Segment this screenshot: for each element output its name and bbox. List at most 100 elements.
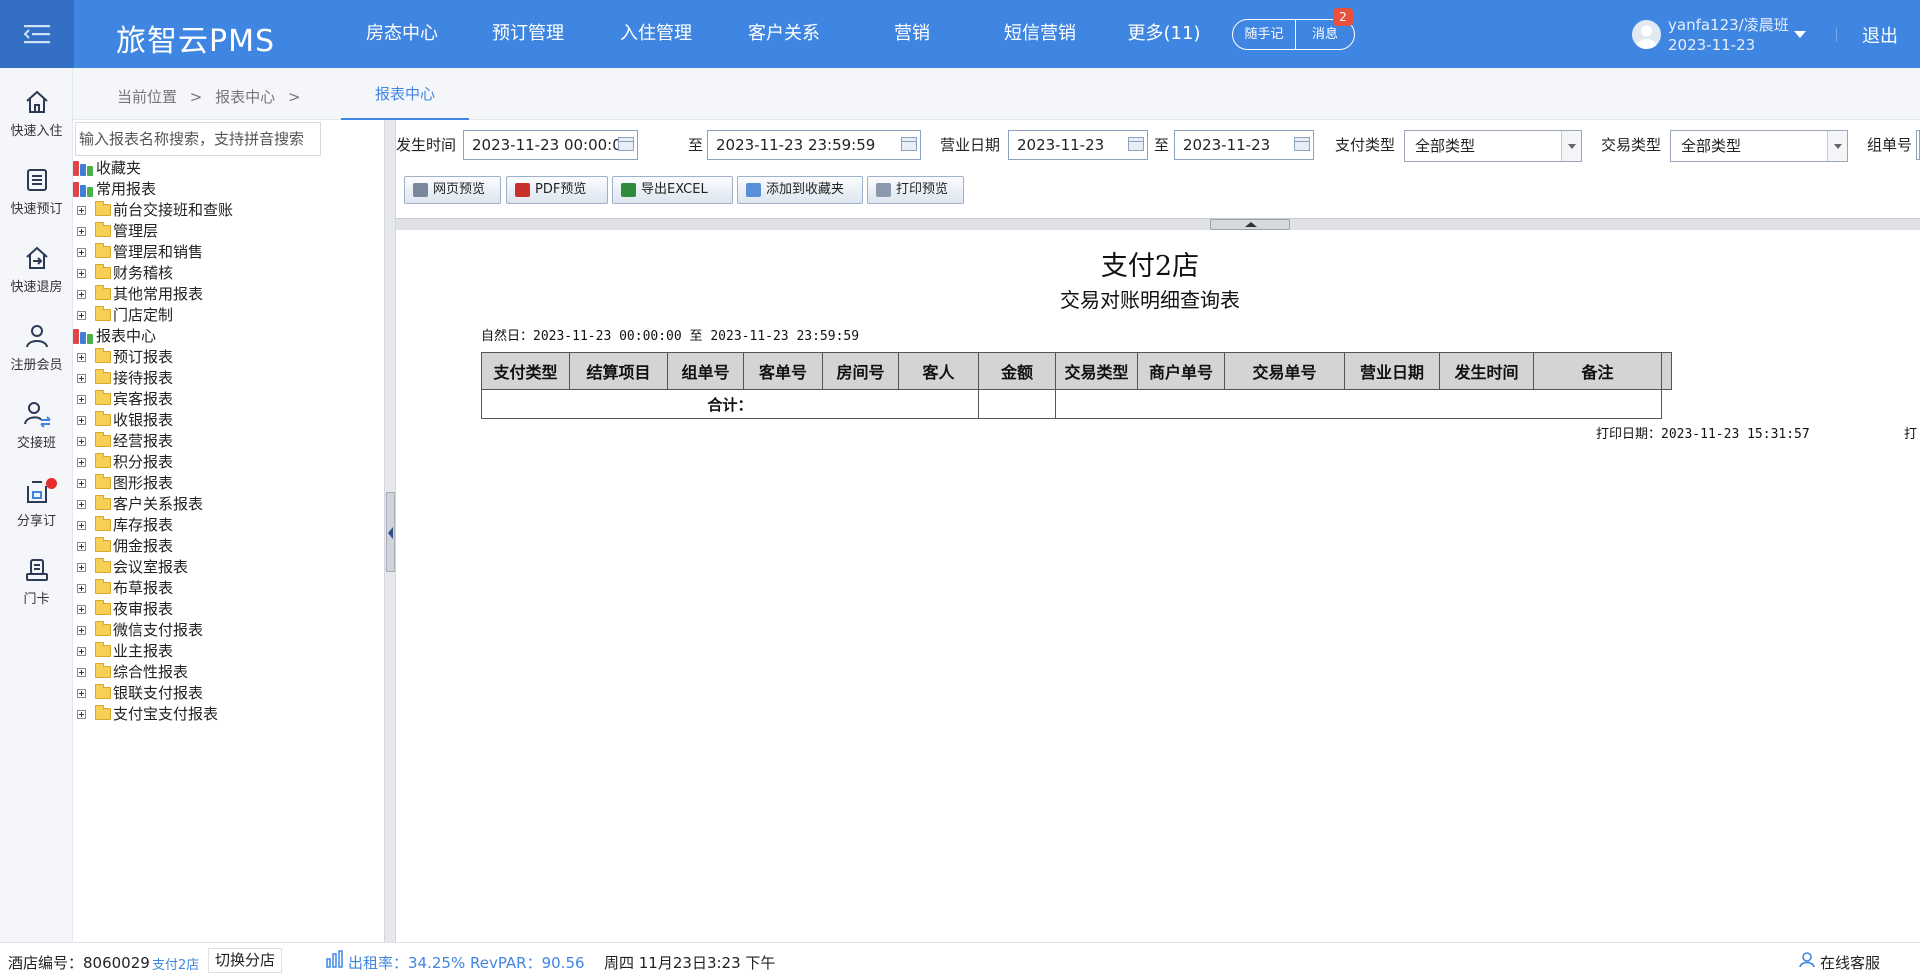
- tree-folder-node[interactable]: 其他常用报表: [73, 284, 384, 305]
- column-header[interactable]: 支付类型: [481, 352, 570, 390]
- column-header[interactable]: 交易类型: [1055, 352, 1138, 390]
- tree-folder-node[interactable]: 前台交接班和查账: [73, 200, 384, 221]
- expand-plus-icon[interactable]: [77, 479, 86, 488]
- tree-folder-node[interactable]: 管理层和销售: [73, 242, 384, 263]
- rail-item-quick-checkin[interactable]: 快速入住: [0, 88, 73, 139]
- tree-node-favorites[interactable]: 收藏夹: [73, 158, 384, 179]
- tree-folder-node[interactable]: 经营报表: [73, 431, 384, 452]
- tree-node-common-reports[interactable]: 常用报表: [73, 179, 384, 200]
- tree-folder-node[interactable]: 库存报表: [73, 515, 384, 536]
- nav-item[interactable]: 房态中心: [340, 0, 464, 68]
- expand-plus-icon[interactable]: [77, 437, 86, 446]
- column-header[interactable]: 备注: [1533, 352, 1662, 390]
- tree-folder-node[interactable]: 门店定制: [73, 305, 384, 326]
- panel-splitter[interactable]: [384, 120, 396, 942]
- expand-plus-icon[interactable]: [77, 605, 86, 614]
- expand-plus-icon[interactable]: [77, 710, 86, 719]
- rail-item-share-order[interactable]: 分享订: [0, 478, 73, 529]
- report-search-input[interactable]: [75, 122, 321, 156]
- headset-icon[interactable]: [1798, 950, 1816, 972]
- group-no-input[interactable]: [1916, 130, 1920, 160]
- rail-item-quick-booking[interactable]: 快速预订: [0, 166, 73, 217]
- expand-plus-icon[interactable]: [77, 584, 86, 593]
- add-favorite-button[interactable]: 添加到收藏夹: [737, 176, 863, 204]
- user-avatar[interactable]: [1632, 20, 1661, 49]
- nav-item[interactable]: 客户关系: [720, 0, 848, 68]
- expand-plus-icon[interactable]: [77, 395, 86, 404]
- nav-item[interactable]: 短信营销: [976, 0, 1104, 68]
- expand-plus-icon[interactable]: [77, 689, 86, 698]
- tree-folder-node[interactable]: 财务稽核: [73, 263, 384, 284]
- tree-folder-node[interactable]: 管理层: [73, 221, 384, 242]
- tree-folder-node[interactable]: 接待报表: [73, 368, 384, 389]
- column-header[interactable]: 房间号: [822, 352, 899, 390]
- tree-folder-node[interactable]: 客户关系报表: [73, 494, 384, 515]
- tree-folder-node[interactable]: 预订报表: [73, 347, 384, 368]
- user-menu-chevron-down-icon[interactable]: [1794, 31, 1806, 38]
- tree-folder-node[interactable]: 会议室报表: [73, 557, 384, 578]
- business-date-from-input[interactable]: 2023-11-23: [1008, 130, 1148, 160]
- pay-type-select[interactable]: 全部类型: [1404, 130, 1582, 162]
- tree-folder-node[interactable]: 布草报表: [73, 578, 384, 599]
- tree-folder-node[interactable]: 佣金报表: [73, 536, 384, 557]
- tree-folder-node[interactable]: 夜审报表: [73, 599, 384, 620]
- expand-plus-icon[interactable]: [77, 269, 86, 278]
- export-excel-button[interactable]: 导出EXCEL: [612, 176, 733, 204]
- calendar-icon[interactable]: [1128, 137, 1144, 151]
- business-date-to-input[interactable]: 2023-11-23: [1174, 130, 1314, 160]
- expand-plus-icon[interactable]: [77, 353, 86, 362]
- expand-plus-icon[interactable]: [77, 626, 86, 635]
- expand-plus-icon[interactable]: [77, 500, 86, 509]
- column-header[interactable]: 结算项目: [569, 352, 668, 390]
- expand-plus-icon[interactable]: [77, 374, 86, 383]
- tree-folder-node[interactable]: 银联支付报表: [73, 683, 384, 704]
- column-header[interactable]: 组单号: [667, 352, 744, 390]
- column-header[interactable]: 金额: [978, 352, 1056, 390]
- tree-node-report-center[interactable]: 报表中心: [73, 326, 384, 347]
- expand-plus-icon[interactable]: [77, 227, 86, 236]
- tree-folder-node[interactable]: 收银报表: [73, 410, 384, 431]
- calendar-icon[interactable]: [618, 137, 634, 151]
- expand-plus-icon[interactable]: [77, 290, 86, 299]
- calendar-icon[interactable]: [1294, 137, 1310, 151]
- logout-button[interactable]: 退出: [1862, 22, 1898, 48]
- column-header[interactable]: 发生时间: [1439, 352, 1534, 390]
- breadcrumb-current[interactable]: 报表中心: [215, 88, 275, 106]
- nav-item[interactable]: 更多(11): [1104, 0, 1224, 68]
- menu-toggle-button[interactable]: [0, 0, 74, 68]
- print-preview-button[interactable]: 打印预览: [867, 176, 964, 204]
- expand-plus-icon[interactable]: [77, 458, 86, 467]
- rail-item-register-member[interactable]: 注册会员: [0, 322, 73, 373]
- expand-plus-icon[interactable]: [77, 647, 86, 656]
- expand-plus-icon[interactable]: [77, 563, 86, 572]
- expand-plus-icon[interactable]: [77, 668, 86, 677]
- rail-item-quick-checkout[interactable]: 快速退房: [0, 244, 73, 295]
- quick-notes-button[interactable]: 随手记: [1232, 19, 1296, 50]
- tab-report-center[interactable]: 报表中心: [341, 68, 469, 120]
- expand-plus-icon[interactable]: [77, 311, 86, 320]
- tree-folder-node[interactable]: 支付宝支付报表: [73, 704, 384, 725]
- expand-plus-icon[interactable]: [77, 248, 86, 257]
- column-header[interactable]: 客人: [898, 352, 979, 390]
- trade-type-select[interactable]: 全部类型: [1670, 130, 1848, 162]
- web-preview-button[interactable]: 网页预览: [404, 176, 501, 204]
- pdf-preview-button[interactable]: PDF预览: [506, 176, 608, 204]
- column-header[interactable]: 营业日期: [1344, 352, 1440, 390]
- tree-folder-node[interactable]: 图形报表: [73, 473, 384, 494]
- collapse-filters-handle[interactable]: [1210, 219, 1290, 230]
- calendar-icon[interactable]: [901, 137, 917, 151]
- column-header[interactable]: 交易单号: [1224, 352, 1345, 390]
- rail-item-door-card[interactable]: 门卡: [0, 556, 73, 607]
- chevron-down-icon[interactable]: [1561, 131, 1581, 161]
- switch-branch-button[interactable]: 切换分店: [208, 948, 283, 973]
- occur-time-from-input[interactable]: 2023-11-23 00:00:00: [463, 130, 638, 160]
- nav-item[interactable]: 入住管理: [592, 0, 720, 68]
- expand-plus-icon[interactable]: [77, 542, 86, 551]
- column-header[interactable]: 客单号: [743, 352, 823, 390]
- expand-plus-icon[interactable]: [77, 416, 86, 425]
- collapse-panel-handle[interactable]: [386, 492, 395, 572]
- occur-time-to-input[interactable]: 2023-11-23 23:59:59: [707, 130, 921, 160]
- nav-item[interactable]: 营销: [848, 0, 976, 68]
- tree-folder-node[interactable]: 积分报表: [73, 452, 384, 473]
- tree-folder-node[interactable]: 宾客报表: [73, 389, 384, 410]
